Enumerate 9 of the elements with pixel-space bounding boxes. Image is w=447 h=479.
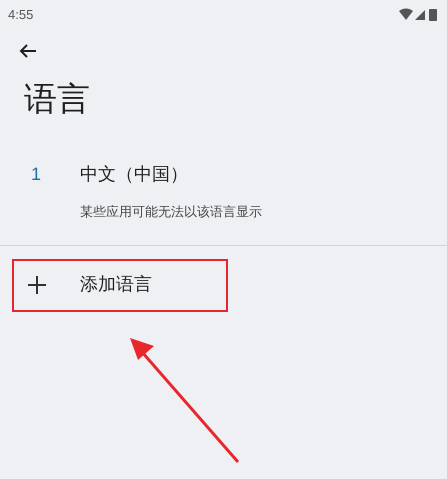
add-language-button[interactable]: 添加语言 [80,271,152,298]
language-name[interactable]: 中文（中国） [80,160,188,188]
status-icons [399,8,439,22]
status-time: 4:55 [8,6,34,24]
language-rank: 1 [31,164,42,184]
add-icon[interactable] [26,274,48,296]
page-title: 语言 [24,80,90,117]
back-icon[interactable] [19,43,37,59]
language-note: 某些应用可能无法以该语言显示 [80,204,262,219]
